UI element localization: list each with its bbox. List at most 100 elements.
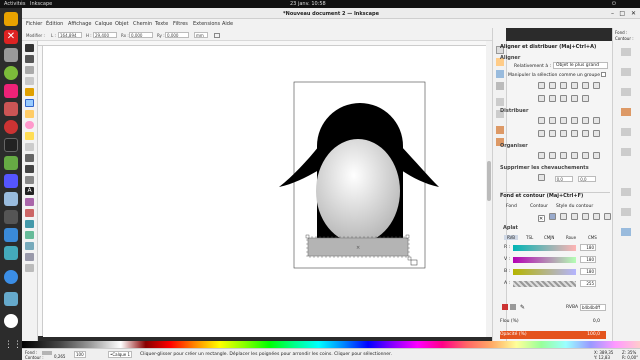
- mesh-tool-icon[interactable]: [25, 242, 34, 250]
- connector-tool-icon[interactable]: [25, 264, 34, 272]
- dock-app-icon[interactable]: [4, 192, 18, 206]
- align-right-edge-icon[interactable]: [571, 82, 578, 89]
- corner-handle[interactable]: [405, 234, 410, 239]
- ellipse-tool-icon[interactable]: [25, 121, 34, 129]
- distribute-vbaseline-icon[interactable]: [593, 130, 600, 137]
- dock-app-icon[interactable]: [4, 84, 18, 98]
- width-field[interactable]: 164,894: [58, 32, 82, 38]
- distribute-bottom-icon[interactable]: [560, 130, 567, 137]
- dropper-tool-icon[interactable]: [25, 253, 34, 261]
- dock-app-icon[interactable]: [4, 174, 18, 188]
- align-bottom-edge-icon[interactable]: [571, 95, 578, 102]
- snap-midpoints-icon[interactable]: [621, 128, 631, 136]
- mode-cmyk[interactable]: CMJN: [544, 235, 554, 240]
- calligraphy-tool-icon[interactable]: [25, 176, 34, 184]
- align-bottom-icon[interactable]: [560, 95, 567, 102]
- tweak-tool-icon[interactable]: [25, 66, 34, 74]
- clock[interactable]: 23 janv. 10:58: [290, 1, 326, 7]
- distribute-vgaps-icon[interactable]: [571, 130, 578, 137]
- alpha-slider[interactable]: [513, 281, 576, 287]
- menu-aide[interactable]: Aide: [222, 21, 233, 27]
- fill-stroke-header[interactable]: Fond et contour (Maj+Ctrl+F): [500, 193, 583, 199]
- snap-grid-icon[interactable]: [621, 208, 631, 216]
- dock-app-icon[interactable]: ✕: [4, 30, 18, 44]
- rearrange-icon[interactable]: [582, 152, 589, 159]
- linear-gradient-icon[interactable]: [560, 213, 567, 220]
- unit-select[interactable]: mm: [194, 32, 208, 38]
- opacity-field[interactable]: 100: [74, 351, 86, 358]
- files-icon[interactable]: [4, 48, 18, 62]
- distribute-center-icon[interactable]: [549, 117, 556, 124]
- rgba-field[interactable]: b4b4b4ff: [580, 304, 606, 311]
- distribute-vspacing-icon[interactable]: [582, 130, 589, 137]
- red-slider[interactable]: [513, 245, 576, 251]
- mode-rgb[interactable]: RVB: [504, 235, 519, 240]
- dock-app-icon[interactable]: [4, 66, 18, 80]
- color-picker-icon[interactable]: ✎: [520, 304, 525, 311]
- blur-value[interactable]: 0,0: [570, 319, 600, 324]
- mode-hsl[interactable]: TSL: [526, 235, 533, 240]
- snap-bbox-icon[interactable]: [621, 68, 631, 76]
- penguin-belly[interactable]: [316, 139, 400, 243]
- dock-app-icon[interactable]: [4, 228, 18, 242]
- scrollbar-thumb[interactable]: [487, 161, 491, 201]
- layer-select[interactable]: •Calque 1: [108, 351, 132, 358]
- spray-tool-icon[interactable]: [25, 198, 34, 206]
- opacity-row[interactable]: Opacité (%) 100,0: [500, 331, 606, 339]
- rx-field[interactable]: 0,000: [129, 32, 153, 38]
- 3d-box-tool-icon[interactable]: [25, 110, 34, 118]
- mode-cms[interactable]: CMS: [588, 235, 597, 240]
- swatch-icon[interactable]: [604, 213, 611, 220]
- randomize-icon[interactable]: [560, 152, 567, 159]
- app-indicator[interactable]: Inkscape: [30, 1, 52, 7]
- align-text-icon[interactable]: [593, 82, 600, 89]
- selector-tool-icon[interactable]: [25, 44, 34, 52]
- dock-app-icon[interactable]: [4, 292, 18, 306]
- snap-guide-icon[interactable]: [621, 228, 631, 236]
- dock-app-icon[interactable]: [4, 12, 18, 26]
- close-icon[interactable]: ✕: [631, 10, 636, 17]
- fill-swatch[interactable]: [42, 351, 52, 355]
- show-apps-icon[interactable]: ⋮⋮: [4, 340, 22, 354]
- snap-center-icon[interactable]: [621, 148, 631, 156]
- dock-app-icon[interactable]: [4, 270, 18, 284]
- no-paint-icon[interactable]: ✕: [538, 215, 545, 222]
- flat-color-icon[interactable]: [549, 213, 556, 220]
- dock-app-icon[interactable]: [4, 314, 18, 328]
- align-center-icon[interactable]: [549, 82, 556, 89]
- dock-app-icon[interactable]: [4, 246, 18, 260]
- color-palette[interactable]: [22, 341, 640, 348]
- tab-stroke-style[interactable]: Style du contour: [556, 204, 593, 209]
- rectangle-tool-icon[interactable]: [25, 99, 34, 107]
- distribute-right-icon[interactable]: [560, 117, 567, 124]
- green-value[interactable]: 180: [580, 256, 596, 263]
- measure-tool-icon[interactable]: [25, 88, 34, 96]
- align-text-baseline-icon[interactable]: [582, 95, 589, 102]
- mode-wheel[interactable]: Roue: [566, 235, 576, 240]
- relative-to-select[interactable]: Objet le plus grand: [553, 62, 608, 69]
- menu-fichier[interactable]: Fichier: [26, 21, 42, 27]
- align-middle-icon[interactable]: [549, 95, 556, 102]
- stroke-width-value[interactable]: 0,265: [54, 354, 65, 359]
- blue-slider[interactable]: [513, 269, 576, 275]
- pattern-icon[interactable]: [593, 213, 600, 220]
- green-slider[interactable]: [513, 257, 576, 263]
- snap-nodes-icon[interactable]: [621, 88, 631, 96]
- pencil-tool-icon[interactable]: [25, 154, 34, 162]
- alpha-value[interactable]: 255: [580, 280, 596, 287]
- corner-handle[interactable]: [305, 234, 310, 239]
- exchange-clockwise-icon[interactable]: [549, 152, 556, 159]
- snap-toggle-icon[interactable]: [621, 48, 631, 56]
- align-top-icon[interactable]: [538, 95, 545, 102]
- print-icon[interactable]: [496, 82, 504, 90]
- maximize-icon[interactable]: □: [619, 10, 625, 17]
- distribute-top-icon[interactable]: [538, 130, 545, 137]
- opacity-value[interactable]: 100,0: [570, 332, 600, 337]
- paint-bucket-tool-icon[interactable]: [25, 220, 34, 228]
- canvas[interactable]: ×: [43, 46, 486, 337]
- menu-extensions[interactable]: Extensions: [193, 21, 220, 27]
- radial-gradient-icon[interactable]: [571, 213, 578, 220]
- activities-button[interactable]: Activités: [4, 1, 25, 7]
- undo-icon[interactable]: [496, 126, 504, 134]
- star-tool-icon[interactable]: [25, 132, 34, 140]
